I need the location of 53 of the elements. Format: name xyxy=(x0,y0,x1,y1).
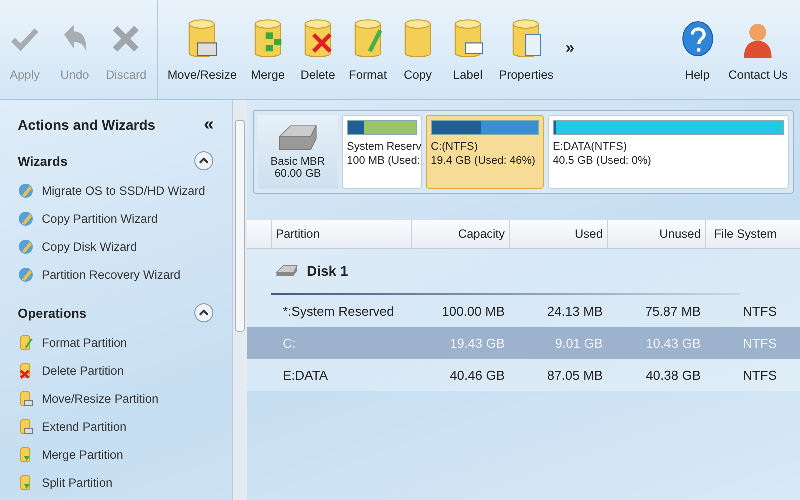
sidebar-item[interactable]: Migrate OS to SSD/HD Wizard xyxy=(18,177,214,205)
section-toggle-button[interactable] xyxy=(194,151,214,171)
sidebar-item[interactable]: Merge Partition xyxy=(18,441,214,469)
column-header[interactable]: Partition xyxy=(271,220,411,248)
partition-name: C:(NTFS) xyxy=(431,140,480,154)
column-header[interactable]: File System xyxy=(705,220,781,248)
toolbar-button[interactable]: Format xyxy=(343,12,394,88)
partition-row[interactable]: *:System Reserved 100.00 MB 24.13 MB 75.87 MB NTFS xyxy=(247,295,800,327)
partition-row[interactable]: E:DATA 40.46 GB 87.05 MB 40.38 GB NTFS xyxy=(247,359,800,391)
partition-name: E:DATA(NTFS) xyxy=(553,140,628,154)
column-header[interactable]: Capacity xyxy=(411,220,509,248)
more-tools-chevron[interactable]: » xyxy=(560,40,581,58)
toolbar-button[interactable]: Help xyxy=(672,12,723,88)
sidebar-item[interactable]: Extend Partition xyxy=(18,413,214,441)
column-header[interactable]: Used xyxy=(509,220,607,248)
toolbar-button[interactable]: Merge xyxy=(243,12,294,88)
partition-block[interactable]: C:(NTFS) 19.4 GB (Used: 46%) xyxy=(426,115,544,189)
sidebar-item[interactable]: Format Partition xyxy=(18,329,214,357)
sidebar-item[interactable]: Move/Resize Partition xyxy=(18,385,214,413)
wizard-icon xyxy=(18,239,34,255)
collapse-panel-button[interactable]: « xyxy=(204,114,214,135)
move-partition-icon xyxy=(18,419,34,435)
wizard-icon xyxy=(18,183,34,199)
partition-info: 19.4 GB (Used: 46%) xyxy=(431,154,537,169)
toolbar-button[interactable]: Delete xyxy=(293,12,344,88)
hard-drive-icon xyxy=(276,124,320,152)
section-toggle-button[interactable] xyxy=(194,303,214,323)
format-partition-icon xyxy=(18,335,34,351)
partition-info: 100 MB (Used: xyxy=(347,154,417,169)
sidebar-item[interactable]: Copy Disk Wizard xyxy=(18,233,214,261)
sidebar-title: Actions and Wizards xyxy=(18,116,156,132)
sidebar-item[interactable]: Split Partition xyxy=(18,469,214,497)
sidebar-item[interactable]: Partition Recovery Wizard xyxy=(18,261,214,289)
sidebar-item[interactable]: Copy Partition Wizard xyxy=(18,205,214,233)
toolbar-button[interactable]: Label xyxy=(443,12,494,88)
disk-block[interactable]: Basic MBR 60.00 GB xyxy=(258,115,338,189)
disk-name: Disk 1 xyxy=(307,263,348,279)
toolbar-button[interactable]: Properties xyxy=(493,12,560,88)
section-title: Wizards xyxy=(18,154,68,168)
wizard-icon xyxy=(18,267,34,283)
move-partition-icon xyxy=(18,391,34,407)
section-title: Operations xyxy=(18,306,87,320)
partition-block[interactable]: E:DATA(NTFS) 40.5 GB (Used: 0%) xyxy=(548,115,789,189)
disk-type: Basic MBR xyxy=(270,156,326,168)
sidebar-item[interactable]: Delete Partition xyxy=(18,357,214,385)
toolbar-button[interactable]: Move/Resize xyxy=(162,12,244,88)
partition-info: 40.5 GB (Used: 0%) xyxy=(553,154,652,169)
disk-size: 60.00 GB xyxy=(274,168,322,180)
column-header[interactable]: Unused xyxy=(607,220,705,248)
toolbar-button[interactable]: Copy xyxy=(393,12,444,88)
toolbar-button[interactable]: Contact Us xyxy=(722,12,794,88)
wizard-icon xyxy=(18,211,34,227)
scrollbar[interactable] xyxy=(232,100,247,500)
